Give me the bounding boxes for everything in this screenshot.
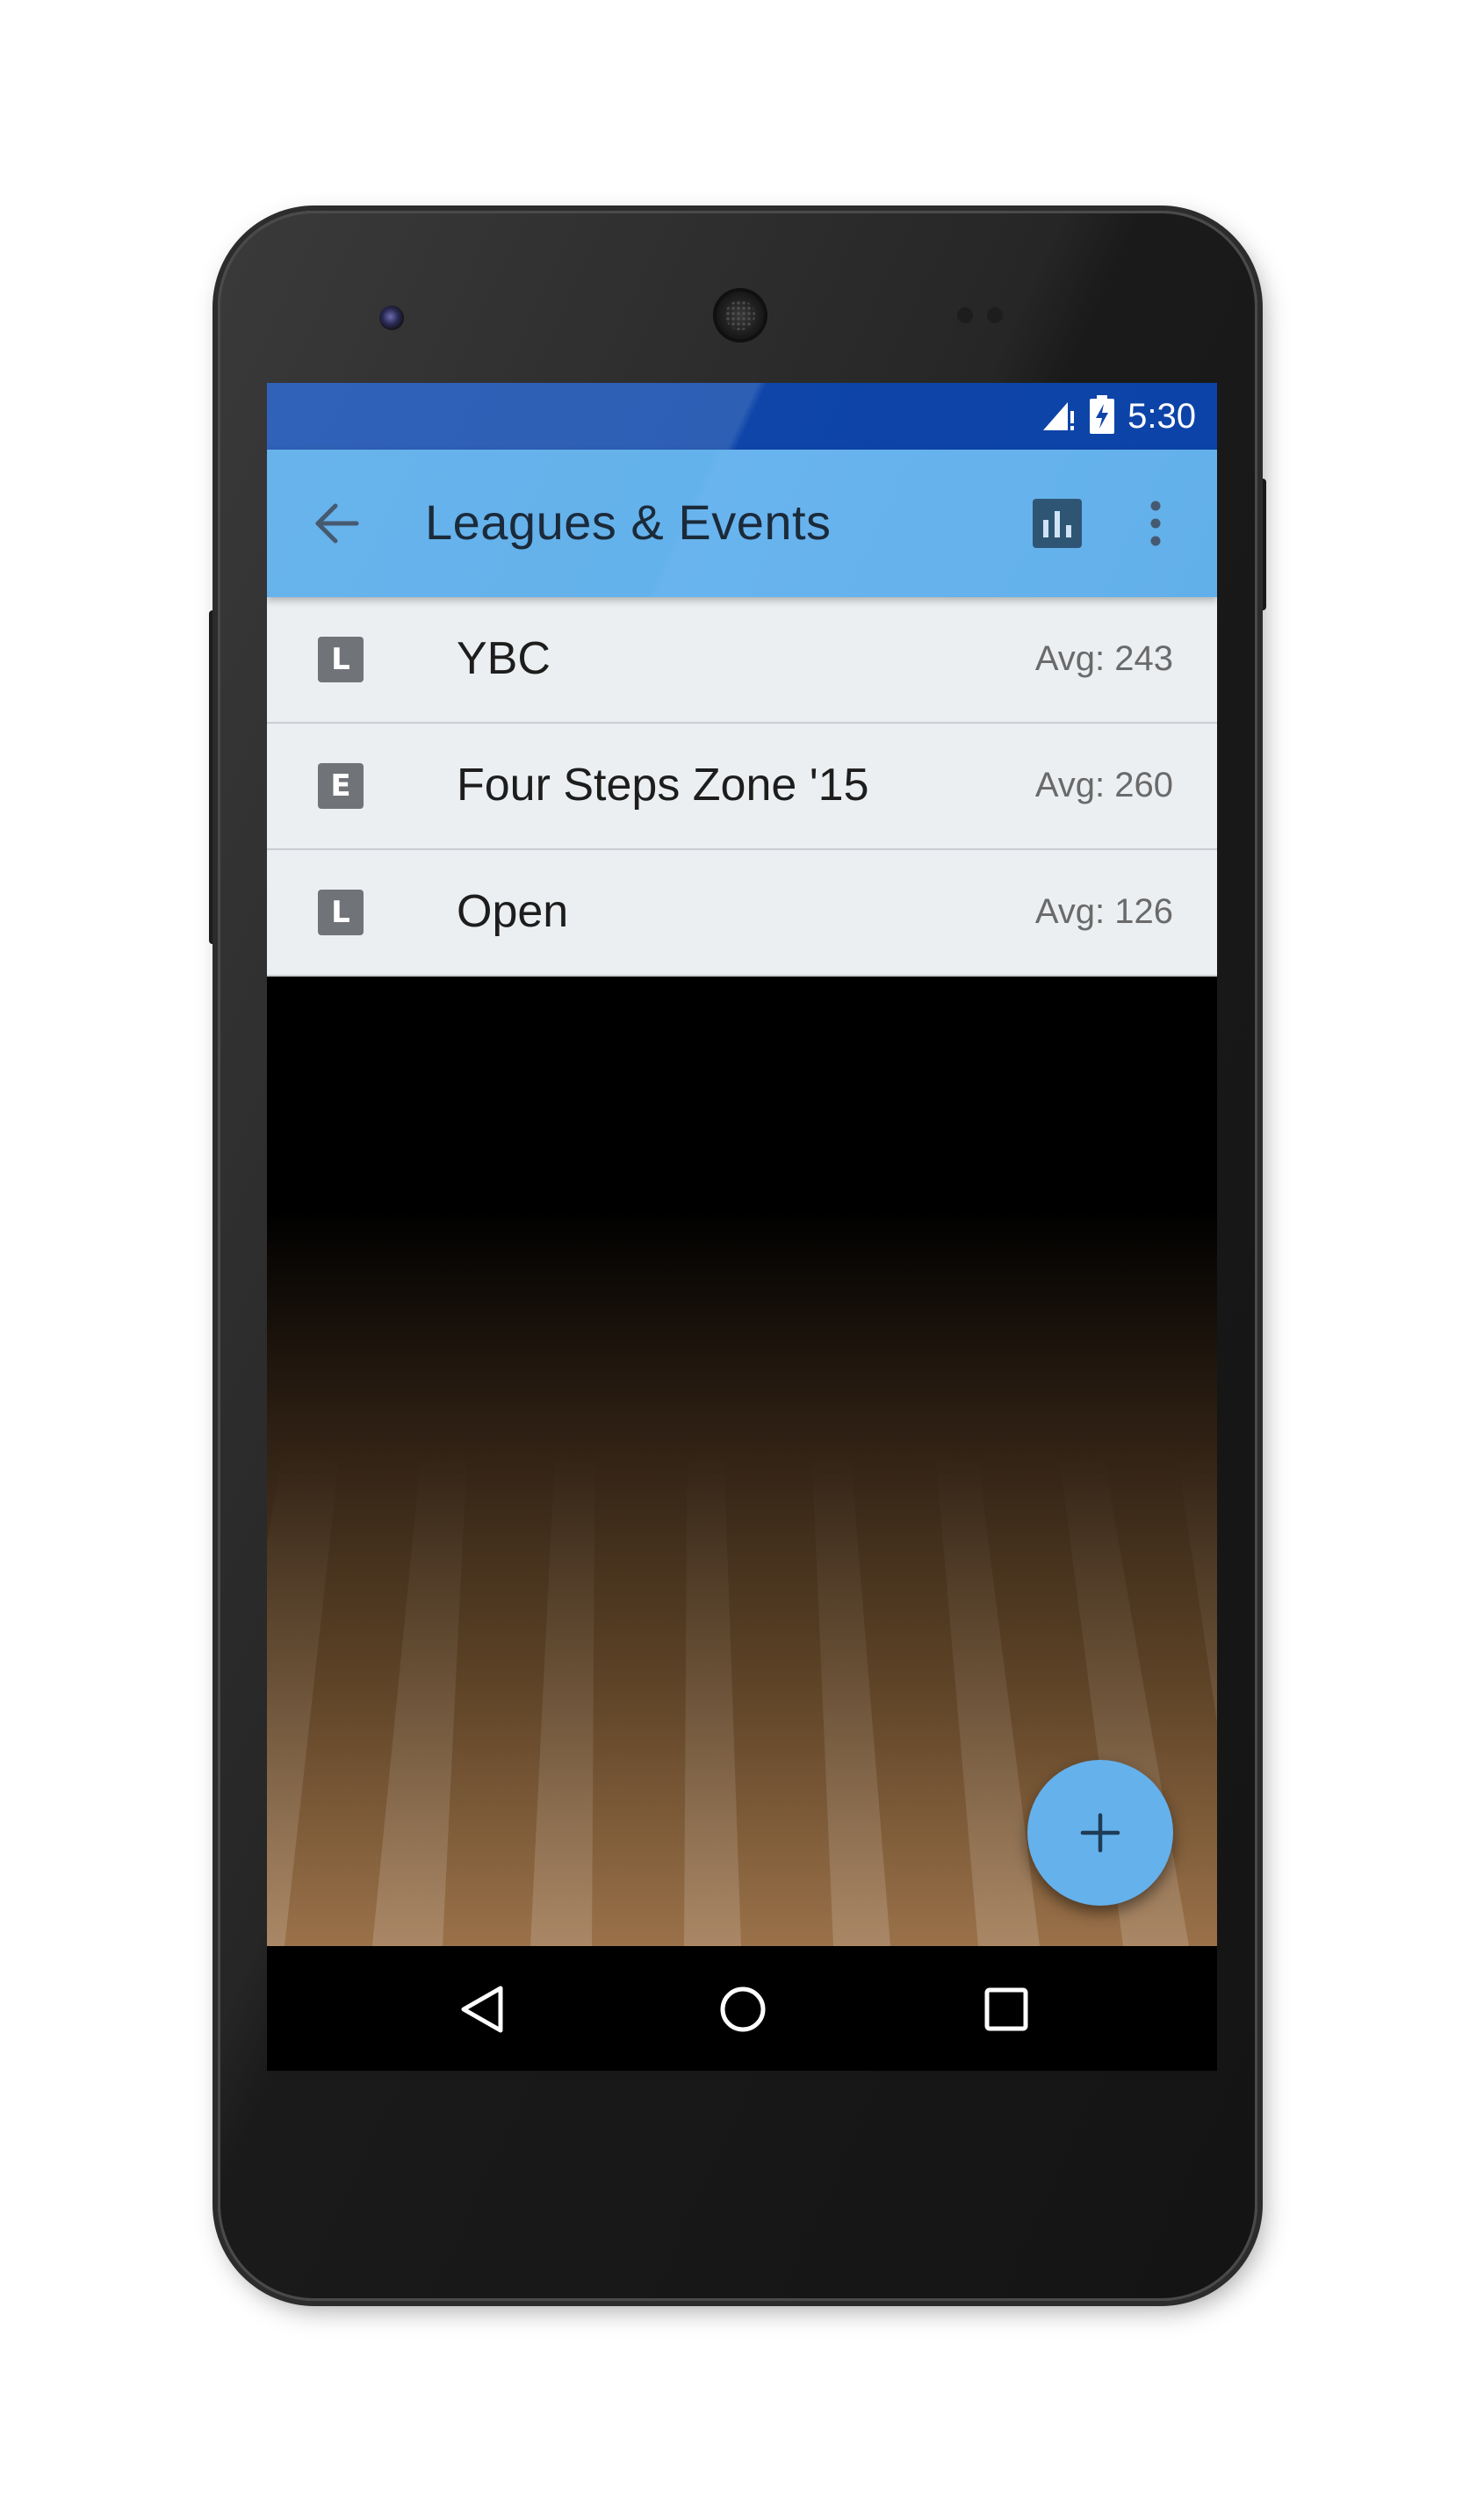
signal-icon xyxy=(1041,397,1077,436)
plus-icon xyxy=(1080,1813,1120,1853)
list-item-average: Avg: 260 xyxy=(1034,766,1173,804)
earpiece-speaker xyxy=(713,288,767,342)
navigation-bar xyxy=(267,1946,1217,2071)
app-bar: Leagues & Events xyxy=(267,450,1217,597)
proximity-sensor xyxy=(957,307,973,323)
list-item-average: Avg: 126 xyxy=(1034,892,1173,931)
event-badge: E xyxy=(318,763,364,809)
front-camera xyxy=(379,306,404,330)
screen: 5:30 Leagues & Events L YBC Avg: 243 E F… xyxy=(267,383,1217,2071)
nav-home-icon[interactable] xyxy=(718,1985,767,2034)
back-arrow-icon[interactable] xyxy=(311,497,364,550)
list-item-name: Open xyxy=(457,886,569,937)
page-title: Leagues & Events xyxy=(425,494,832,550)
list-item-ybc[interactable]: L YBC Avg: 243 xyxy=(267,597,1217,724)
league-list: L YBC Avg: 243 E Four Steps Zone '15 Avg… xyxy=(267,597,1217,977)
status-bar: 5:30 xyxy=(267,383,1217,450)
list-item-average: Avg: 243 xyxy=(1034,639,1173,678)
add-button[interactable] xyxy=(1027,1760,1173,1906)
battery-icon xyxy=(1089,394,1115,438)
nav-back-icon[interactable] xyxy=(458,1985,506,2034)
light-sensor xyxy=(987,307,1003,323)
list-item-name: Four Steps Zone '15 xyxy=(457,760,869,811)
more-vert-icon[interactable] xyxy=(1127,495,1184,552)
stats-icon[interactable] xyxy=(1033,499,1082,548)
list-item-name: YBC xyxy=(457,633,551,684)
league-badge: L xyxy=(318,890,364,935)
nav-recents-icon[interactable] xyxy=(983,1986,1029,2032)
status-time: 5:30 xyxy=(1127,396,1196,436)
list-item-open[interactable]: L Open Avg: 126 xyxy=(267,850,1217,977)
list-item-four-steps-zone[interactable]: E Four Steps Zone '15 Avg: 260 xyxy=(267,724,1217,850)
league-badge: L xyxy=(318,637,364,682)
